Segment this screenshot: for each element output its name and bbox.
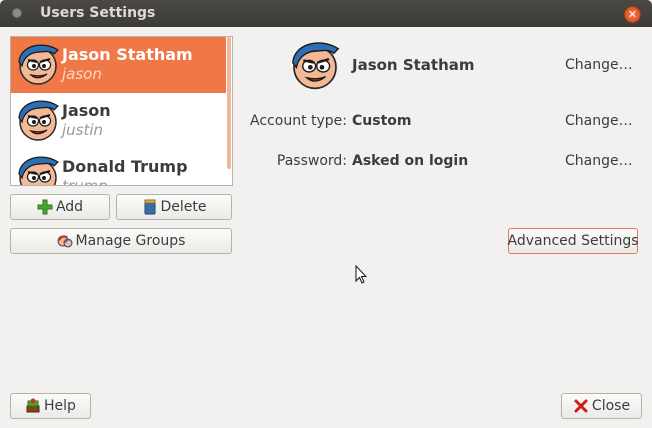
mouse-pointer-icon — [355, 265, 367, 284]
close-button[interactable]: Close — [561, 393, 642, 419]
title-bar: Users Settings ✕ — [0, 0, 652, 27]
user-avatar-icon — [14, 96, 62, 144]
user-name: Donald Trump — [62, 157, 188, 176]
user-avatar-icon — [14, 152, 62, 186]
help-button-label: Help — [44, 398, 76, 414]
user-list-scrollbar[interactable] — [226, 37, 232, 185]
password-value: Asked on login — [352, 153, 469, 169]
user-login: jason — [62, 65, 102, 83]
advanced-settings-button[interactable]: Advanced Settings — [507, 228, 639, 254]
delete-button-label: Delete — [160, 199, 207, 215]
change-password-button[interactable]: Change… — [565, 153, 633, 169]
window-close-button[interactable]: ✕ — [624, 6, 641, 23]
close-button-label: Close — [591, 398, 631, 414]
add-user-button[interactable]: Add — [10, 194, 110, 220]
user-avatar-icon — [14, 40, 62, 88]
red-x-icon — [574, 399, 588, 413]
account-type-label: Account type: — [250, 113, 347, 129]
delete-user-button[interactable]: Delete — [116, 194, 232, 220]
add-button-label: Add — [55, 199, 84, 215]
user-row-donald-trump[interactable]: Donald Trump trump — [11, 149, 227, 186]
scrollbar-thumb[interactable] — [227, 37, 231, 169]
plus-icon — [37, 199, 53, 215]
change-account-type-button[interactable]: Change… — [565, 113, 633, 129]
help-book-icon — [26, 398, 40, 413]
user-row-jason[interactable]: Jason justin — [11, 93, 227, 149]
window-title: Users Settings — [40, 5, 156, 21]
user-login: justin — [62, 121, 104, 139]
window-menu-icon[interactable] — [12, 8, 22, 18]
password-label: Password: — [276, 153, 347, 169]
user-name: Jason — [62, 101, 111, 120]
help-button[interactable]: Help — [10, 393, 91, 419]
group-icon — [57, 235, 72, 248]
manage-groups-label: Manage Groups — [75, 233, 186, 249]
selected-user-name: Jason Statham — [352, 56, 475, 74]
user-name: Jason Statham — [62, 45, 193, 64]
trash-can-icon — [144, 199, 155, 215]
user-row-jason-statham[interactable]: Jason Statham jason — [11, 37, 227, 93]
user-login: trump — [62, 177, 108, 186]
change-name-button[interactable]: Change… — [565, 57, 633, 73]
account-type-value: Custom — [352, 113, 412, 129]
selected-user-avatar-icon[interactable] — [287, 37, 343, 93]
advanced-settings-label: Advanced Settings — [507, 233, 639, 249]
user-list[interactable]: Jason Statham jason Jason justin Donald … — [10, 36, 233, 186]
manage-groups-button[interactable]: Manage Groups — [10, 228, 232, 254]
